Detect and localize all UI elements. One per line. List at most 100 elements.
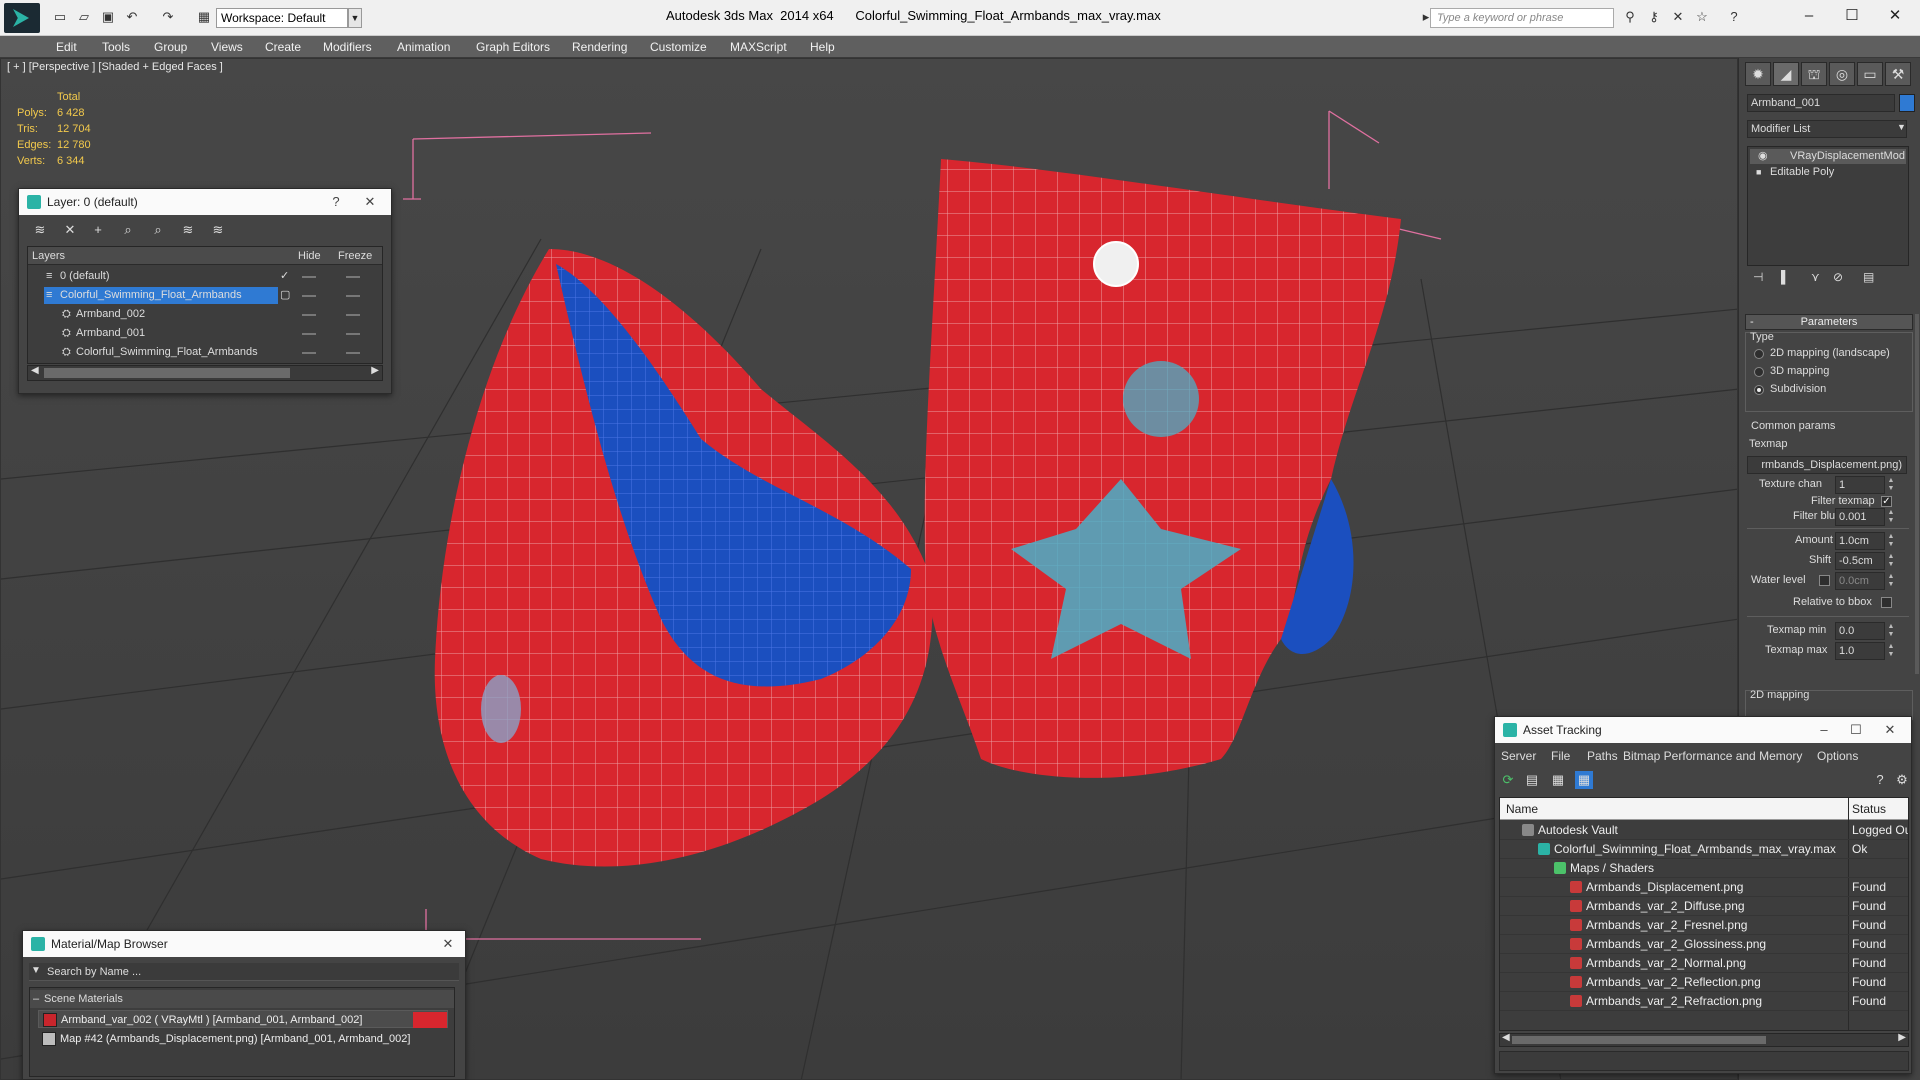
display-tab-icon[interactable]: ▭ <box>1857 62 1883 86</box>
detail-view-icon[interactable]: ▦ <box>1549 771 1567 789</box>
water-level-spinner[interactable]: 0.0cm <box>1835 572 1885 590</box>
texmap-button[interactable]: rmbands_Displacement.png) <box>1747 456 1907 474</box>
app-logo[interactable] <box>4 3 40 33</box>
communication-center-icon[interactable]: ✕ <box>1670 10 1686 24</box>
asset-row[interactable]: Armbands_var_2_Diffuse.png Found <box>1500 897 1908 916</box>
maximize-button[interactable]: ☐ <box>1843 717 1869 743</box>
water-level-checkbox[interactable] <box>1819 575 1830 586</box>
undo-icon[interactable]: ↶ <box>124 10 140 24</box>
layer-row[interactable]: ≡ Colorful_Swimming_Float_Armbands ▢ <box>28 286 382 305</box>
material-browser-titlebar[interactable]: Material/Map Browser ✕ <box>23 931 465 957</box>
create-tab-icon[interactable]: ✹ <box>1745 62 1771 86</box>
favorites-star-icon[interactable]: ☆ <box>1694 10 1710 24</box>
asset-row[interactable]: Colorful_Swimming_Float_Armbands_max_vra… <box>1500 840 1908 859</box>
configure-sets-icon[interactable]: ▤ <box>1863 270 1874 284</box>
dropdown-arrow-icon[interactable]: ▼ <box>1897 122 1906 132</box>
col-name[interactable]: Name <box>1506 798 1538 820</box>
viewport-label[interactable]: [ + ] [Perspective ] [Shaded + Edged Fac… <box>7 61 223 73</box>
asset-menu-paths[interactable]: Paths <box>1587 749 1618 763</box>
scene-materials-group[interactable]: – Scene Materials <box>30 990 454 1008</box>
keyword-search-input[interactable]: Type a keyword or phrase <box>1430 8 1614 28</box>
hierarchy-tab-icon[interactable]: ⛫ <box>1801 62 1827 86</box>
menu-animation[interactable]: Animation <box>397 40 450 54</box>
workspace-dropdown-arrow-icon[interactable]: ▼ <box>348 8 362 28</box>
freeze-all-layers-icon[interactable]: ≋ <box>209 221 227 239</box>
relative-bbox-checkbox[interactable] <box>1881 597 1892 608</box>
menu-customize[interactable]: Customize <box>650 40 707 54</box>
amount-spinner[interactable]: 1.0cm <box>1835 532 1885 550</box>
key-icon[interactable]: ⚷ <box>1646 10 1662 24</box>
texmap-min-spinner[interactable]: 0.0 <box>1835 622 1885 640</box>
rollout-collapse-icon[interactable]: - <box>1750 315 1754 329</box>
object-color-swatch[interactable] <box>1899 94 1915 112</box>
texmap-max-spinner[interactable]: 1.0 <box>1835 642 1885 660</box>
list-view-icon[interactable]: ▤ <box>1523 771 1541 789</box>
radio-subdivision[interactable] <box>1754 385 1764 395</box>
layer-row[interactable]: ≡ 0 (default) ✓ <box>28 267 382 286</box>
spinner-arrows-icon[interactable]: ▲ ▼ <box>1887 533 1895 549</box>
asset-row[interactable]: Armbands_Displacement.png Found <box>1500 878 1908 897</box>
hide-toggle[interactable] <box>302 276 316 278</box>
spinner-arrows-icon[interactable]: ▲ ▼ <box>1887 643 1895 659</box>
radio-2d-mapping[interactable] <box>1754 349 1764 359</box>
close-icon[interactable]: ✕ <box>435 931 461 957</box>
menu-modifiers[interactable]: Modifiers <box>323 40 372 54</box>
col-freeze[interactable]: Freeze <box>338 247 372 265</box>
project-folder-icon[interactable]: ▦ <box>196 10 212 24</box>
add-to-layer-icon[interactable]: + <box>89 221 107 239</box>
layer-horizontal-scrollbar[interactable]: ◀ ▶ <box>27 365 383 381</box>
hide-toggle[interactable] <box>302 333 316 335</box>
redo-icon[interactable]: ↷ <box>160 10 176 24</box>
freeze-toggle[interactable] <box>346 295 360 297</box>
material-search-input[interactable]: Search by Name ... <box>29 963 459 981</box>
filter-texmap-checkbox[interactable]: ✓ <box>1881 496 1892 507</box>
spinner-arrows-icon[interactable]: ▲ ▼ <box>1887 553 1895 569</box>
menu-help[interactable]: Help <box>810 40 835 54</box>
radio-3d-mapping[interactable] <box>1754 367 1764 377</box>
asset-horizontal-scrollbar[interactable]: ◀ ▶ <box>1499 1032 1909 1047</box>
menu-create[interactable]: Create <box>265 40 301 54</box>
layer-row[interactable]: ⛭ Armband_001 <box>28 324 382 343</box>
freeze-toggle[interactable] <box>346 314 360 316</box>
table-view-icon[interactable]: ▦ <box>1575 771 1593 789</box>
spinner-arrows-icon[interactable]: ▲ ▼ <box>1887 623 1895 639</box>
asset-menu-server[interactable]: Server <box>1501 749 1536 763</box>
material-item[interactable]: Armband_var_002 ( VRayMtl ) [Armband_001… <box>38 1010 448 1028</box>
menu-edit[interactable]: Edit <box>56 40 77 54</box>
maximize-button[interactable]: ☐ <box>1837 5 1867 27</box>
hide-all-layers-icon[interactable]: ≋ <box>179 221 197 239</box>
hide-toggle[interactable] <box>302 314 316 316</box>
menu-rendering[interactable]: Rendering <box>572 40 627 54</box>
layer-window-titlebar[interactable]: Layer: 0 (default) ? ✕ <box>19 189 391 215</box>
texture-chan-spinner[interactable]: 1 <box>1835 476 1885 494</box>
scroll-right-icon[interactable]: ▶ <box>371 365 379 376</box>
hide-toggle[interactable] <box>302 295 316 297</box>
minimize-button[interactable]: – <box>1811 717 1837 743</box>
shift-spinner[interactable]: -0.5cm <box>1835 552 1885 570</box>
modifier-list-dropdown[interactable]: Modifier List <box>1747 120 1907 138</box>
asset-row[interactable]: Armbands_var_2_Glossiness.png Found <box>1500 935 1908 954</box>
layer-row[interactable]: ⛭ Armband_002 <box>28 305 382 324</box>
scroll-left-icon[interactable]: ◀ <box>1502 1032 1510 1043</box>
asset-path-field[interactable] <box>1499 1051 1909 1071</box>
help-icon[interactable]: ? <box>1726 10 1742 24</box>
hide-toggle[interactable] <box>302 352 316 354</box>
asset-menu-file[interactable]: File <box>1551 749 1570 763</box>
show-end-result-icon[interactable]: ▌ <box>1781 270 1790 284</box>
asset-menu-options[interactable]: Options <box>1817 749 1858 763</box>
spinner-arrows-icon[interactable]: ▲ ▼ <box>1887 477 1895 493</box>
filter-icon[interactable]: ▼ <box>31 965 41 976</box>
command-panel-scrollbar[interactable] <box>1915 314 1919 674</box>
open-file-icon[interactable]: ▱ <box>76 10 92 24</box>
close-icon[interactable]: ✕ <box>1877 717 1903 743</box>
col-status[interactable]: Status <box>1852 798 1886 820</box>
material-item[interactable]: Map #42 (Armbands_Displacement.png) [Arm… <box>38 1030 448 1048</box>
save-icon[interactable]: ▣ <box>100 10 116 24</box>
refresh-icon[interactable]: ⟳ <box>1499 771 1517 789</box>
delete-layer-icon[interactable]: ✕ <box>61 221 79 239</box>
spinner-arrows-icon[interactable]: ▲ ▼ <box>1887 509 1895 525</box>
asset-tracking-titlebar[interactable]: Asset Tracking – ☐ ✕ <box>1495 717 1911 743</box>
scroll-thumb[interactable] <box>1512 1036 1766 1044</box>
object-name-field[interactable]: Armband_001 <box>1747 94 1895 112</box>
modifier-stack-item[interactable]: ◉ VRayDisplacementMod <box>1750 149 1906 164</box>
